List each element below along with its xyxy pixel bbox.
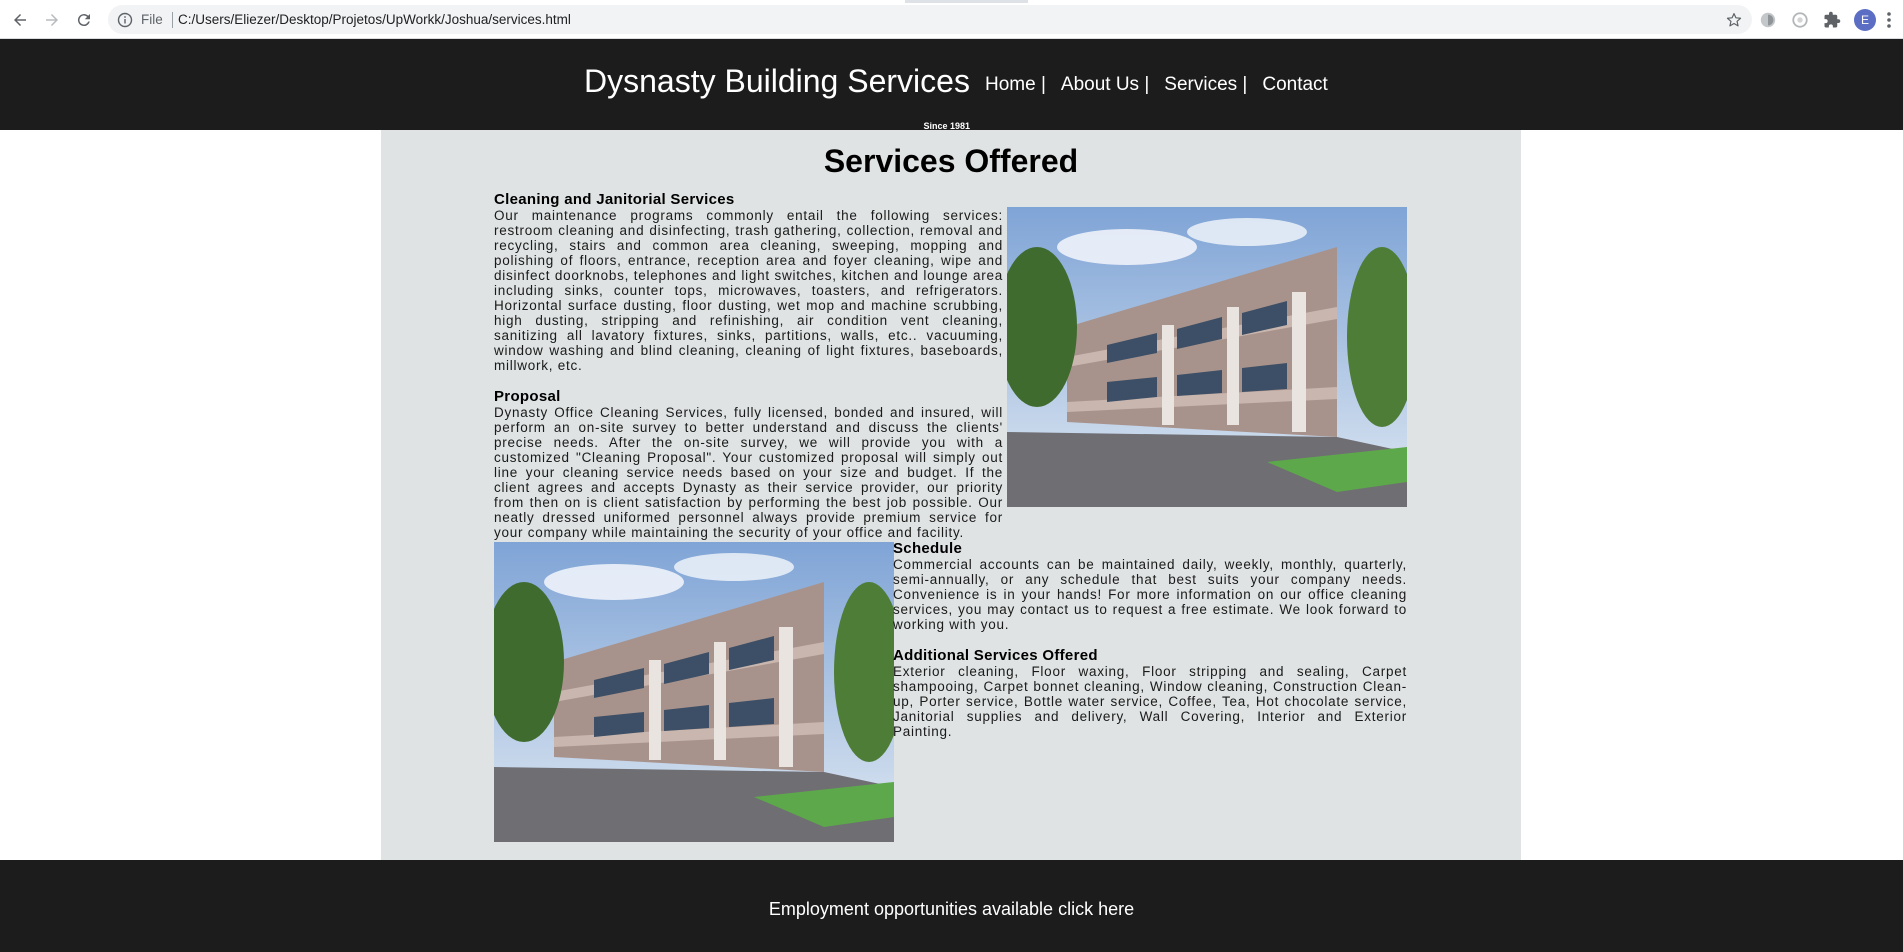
nav-about-us[interactable]: About Us |	[1061, 74, 1149, 96]
brand[interactable]: Dysnasty Building Services Since 1981	[584, 63, 970, 131]
employment-link[interactable]: Employment opportunities available click…	[0, 899, 1903, 920]
section-heading: Additional Services Offered	[893, 647, 1098, 664]
tab-strip-edge	[905, 0, 1028, 3]
section-additional-services: Additional Services Offered Exterior cle…	[893, 647, 1407, 739]
address-divider	[172, 12, 173, 28]
brand-title: Dysnasty Building Services	[584, 63, 970, 99]
puzzle-icon[interactable]	[1822, 10, 1842, 30]
section-heading: Schedule	[893, 540, 963, 557]
right-text-column: Schedule Commercial accounts can be main…	[893, 540, 1407, 739]
building-photo-image	[494, 542, 894, 842]
site-footer: Employment opportunities available click…	[0, 860, 1903, 952]
nav-services[interactable]: Services |	[1164, 74, 1247, 96]
url-text[interactable]: C:/Users/Eliezer/Desktop/Projetos/UpWork…	[178, 12, 571, 27]
section-body: Dynasty Office Cleaning Services, fully …	[494, 405, 1003, 540]
info-icon[interactable]	[117, 12, 133, 28]
profile-avatar[interactable]: E	[1854, 9, 1876, 31]
scheme-label: File	[141, 12, 163, 27]
building-photo-image	[1007, 207, 1407, 507]
section-heading: Cleaning and Janitorial Services	[494, 191, 735, 208]
nav-contact[interactable]: Contact	[1262, 74, 1327, 96]
browser-toolbar: File C:/Users/Eliezer/Desktop/Projetos/U…	[0, 0, 1903, 39]
main-nav: Home | About Us | Services | Contact	[985, 74, 1328, 96]
building-photo	[1007, 207, 1407, 507]
building-photo	[494, 542, 894, 842]
nav-home[interactable]: Home |	[985, 74, 1046, 96]
forward-icon[interactable]	[40, 8, 64, 32]
section-body: Our maintenance programs commonly entail…	[494, 208, 1003, 373]
extension-icon[interactable]	[1790, 10, 1810, 30]
content-panel: Services Offered Cleaning and Janitorial…	[381, 130, 1521, 860]
star-icon[interactable]	[1725, 11, 1743, 29]
address-bar[interactable]: File C:/Users/Eliezer/Desktop/Projetos/U…	[108, 5, 1752, 34]
menu-icon[interactable]	[1884, 10, 1894, 30]
section-proposal: Proposal Dynasty Office Cleaning Service…	[494, 388, 1003, 540]
section-body: Exterior cleaning, Floor waxing, Floor s…	[893, 664, 1407, 739]
back-icon[interactable]	[8, 8, 32, 32]
section-schedule: Schedule Commercial accounts can be main…	[893, 540, 1407, 632]
left-text-column: Cleaning and Janitorial Services Our mai…	[494, 191, 1003, 540]
site-header: Dysnasty Building Services Since 1981 Ho…	[0, 39, 1903, 131]
reload-icon[interactable]	[72, 8, 96, 32]
extension-icon[interactable]	[1758, 10, 1778, 30]
section-cleaning: Cleaning and Janitorial Services Our mai…	[494, 191, 1003, 373]
page-title: Services Offered	[823, 143, 1079, 179]
section-body: Commercial accounts can be maintained da…	[893, 557, 1407, 632]
section-heading: Proposal	[494, 388, 561, 405]
